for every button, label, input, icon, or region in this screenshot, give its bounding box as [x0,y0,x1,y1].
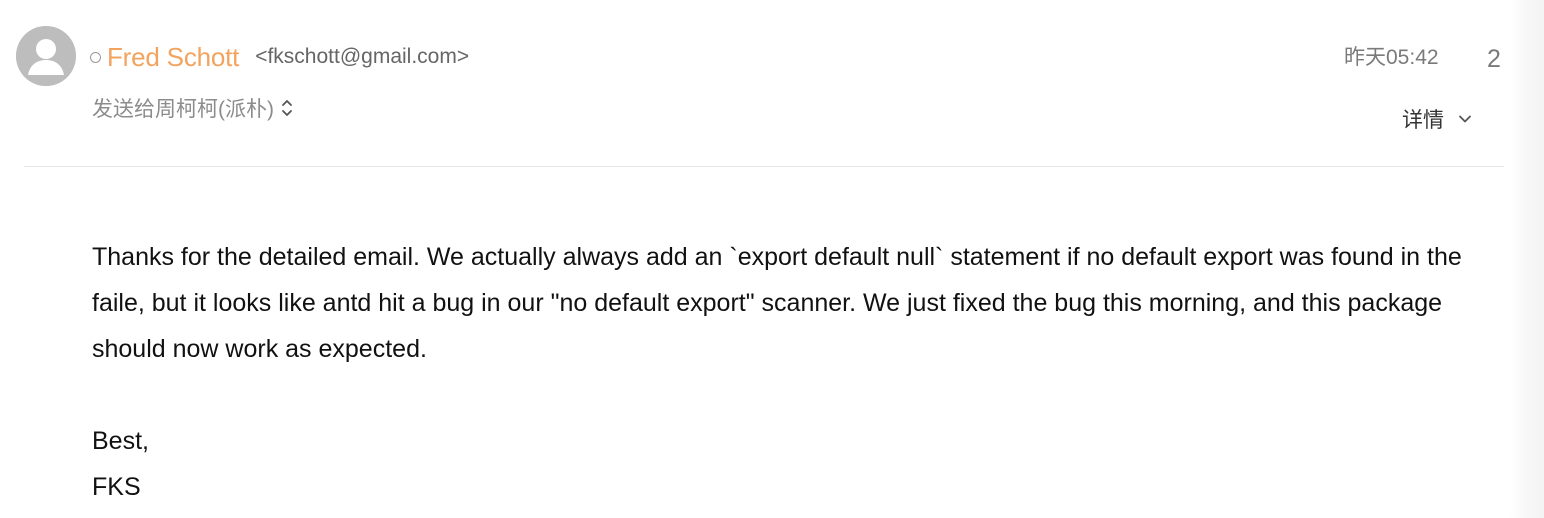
recipients-label: 发送给周柯柯(派朴) [92,98,274,121]
status-dot-icon [90,52,101,63]
sender-email[interactable]: <fkschott@gmail.com> [255,40,469,74]
closing-line: Best, [92,427,149,455]
details-label: 详情 [1402,109,1444,132]
details-button[interactable]: 详情 [1402,101,1472,137]
chevron-down-icon [1459,115,1471,123]
signature-line: FKS [92,473,141,501]
email-timestamp: 昨天05:42 [1344,46,1439,69]
email-body: Thanks for the detailed email. We actual… [92,234,1492,510]
thread-count: 2 [1487,45,1501,73]
chevron-updown-icon[interactable] [281,99,293,117]
sender-line: Fred Schott <fkschott@gmail.com> [90,40,469,74]
email-header: Fred Schott <fkschott@gmail.com> 发送给周柯柯(… [0,0,1544,170]
avatar-icon[interactable] [16,26,76,86]
body-paragraph: Thanks for the detailed email. We actual… [92,243,1462,363]
sender-name[interactable]: Fred Schott [107,40,239,74]
recipients-summary[interactable]: 发送给周柯柯(派朴) [92,92,293,124]
email-view: Fred Schott <fkschott@gmail.com> 发送给周柯柯(… [0,0,1544,518]
header-divider [24,166,1504,167]
